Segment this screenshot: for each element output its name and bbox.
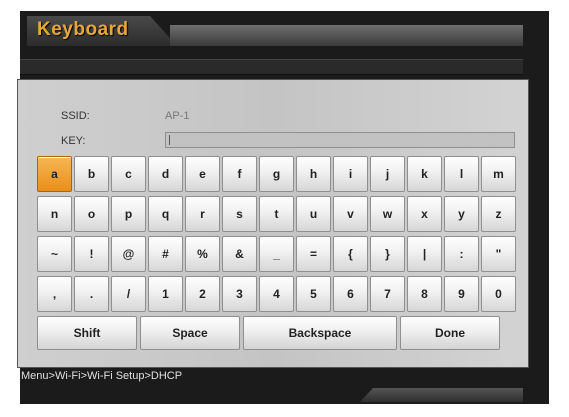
key-2-11[interactable]: : [444,236,479,272]
key-0-10[interactable]: k [407,156,442,192]
key-2-5[interactable]: & [222,236,257,272]
key-0-8[interactable]: i [333,156,368,192]
key-1-7[interactable]: u [296,196,331,232]
shift-key[interactable]: Shift [37,316,137,350]
text-cursor [169,135,170,145]
key-2-9[interactable]: } [370,236,405,272]
key-0-12[interactable]: m [481,156,516,192]
key-0-1[interactable]: b [74,156,109,192]
key-0-0[interactable]: a [37,156,72,192]
key-3-12[interactable]: 0 [481,276,516,312]
key-1-3[interactable]: q [148,196,183,232]
key-2-7[interactable]: = [296,236,331,272]
key-1-10[interactable]: x [407,196,442,232]
key-3-2[interactable]: / [111,276,146,312]
key-2-2[interactable]: @ [111,236,146,272]
key-0-2[interactable]: c [111,156,146,192]
key-1-5[interactable]: s [222,196,257,232]
key-label: KEY: [61,135,86,147]
key-0-5[interactable]: f [222,156,257,192]
key-0-9[interactable]: j [370,156,405,192]
key-0-11[interactable]: l [444,156,479,192]
footer-bar [360,388,523,402]
done-key[interactable]: Done [400,316,500,350]
key-1-4[interactable]: r [185,196,220,232]
key-1-9[interactable]: w [370,196,405,232]
key-1-8[interactable]: v [333,196,368,232]
key-3-8[interactable]: 6 [333,276,368,312]
key-2-0[interactable]: ~ [37,236,72,272]
breadcrumb: Menu>Wi-Fi>Wi-Fi Setup>DHCP [21,370,183,382]
key-1-2[interactable]: p [111,196,146,232]
key-3-1[interactable]: . [74,276,109,312]
key-2-1[interactable]: ! [74,236,109,272]
key-2-3[interactable]: # [148,236,183,272]
title-strip [170,25,523,46]
key-1-6[interactable]: t [259,196,294,232]
key-0-3[interactable]: d [148,156,183,192]
key-2-4[interactable]: % [185,236,220,272]
ssid-value: AP-1 [165,110,190,122]
backspace-key[interactable]: Backspace [243,316,397,350]
key-2-10[interactable]: | [407,236,442,272]
space-key[interactable]: Space [140,316,240,350]
key-0-4[interactable]: e [185,156,220,192]
key-grid: a b c d e f g h i j k l m n o p q r s t u v w x y z ~! @ #% & _ ={} |: ",… [37,156,517,312]
key-1-1[interactable]: o [74,196,109,232]
key-2-12[interactable]: " [481,236,516,272]
key-3-9[interactable]: 7 [370,276,405,312]
key-3-5[interactable]: 3 [222,276,257,312]
key-1-11[interactable]: y [444,196,479,232]
key-3-6[interactable]: 4 [259,276,294,312]
key-input[interactable] [165,132,515,148]
key-3-4[interactable]: 2 [185,276,220,312]
key-3-10[interactable]: 8 [407,276,442,312]
key-3-0[interactable]: , [37,276,72,312]
page-title: Keyboard [37,19,129,40]
key-0-6[interactable]: g [259,156,294,192]
header-band [20,59,523,75]
key-2-6[interactable]: _ [259,236,294,272]
key-0-7[interactable]: h [296,156,331,192]
keyboard-panel: SSID: AP-1 KEY: abcdefghijklm nopqrstuvwx… [17,79,529,368]
key-3-3[interactable]: 1 [148,276,183,312]
key-1-12[interactable]: z [481,196,516,232]
key-1-0[interactable]: n [37,196,72,232]
ssid-label: SSID: [61,110,90,122]
key-3-11[interactable]: 9 [444,276,479,312]
key-3-7[interactable]: 5 [296,276,331,312]
key-2-8[interactable]: { [333,236,368,272]
function-key-row: Shift Space Backspace Done [37,316,517,350]
